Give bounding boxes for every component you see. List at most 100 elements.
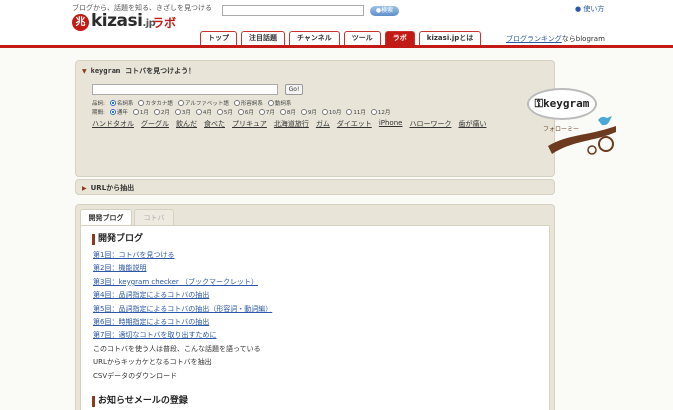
radio-period-all[interactable] bbox=[109, 109, 116, 115]
radio-period-1[interactable] bbox=[132, 109, 139, 115]
blog-list-item[interactable]: 第4回：品詞指定によるコトバの抽出 bbox=[93, 290, 393, 303]
tab-hot-topics[interactable]: 注目話題 bbox=[241, 31, 285, 45]
logo-icon[interactable]: 兆 bbox=[72, 14, 89, 31]
ranking-link[interactable]: ブログランキング bbox=[506, 35, 562, 43]
search-button[interactable]: ●検索 bbox=[370, 6, 399, 16]
keyword-link[interactable]: ハローワーク bbox=[409, 119, 451, 129]
blog-text: CSVデータのダウンロード bbox=[93, 371, 178, 380]
blog-list-item: URLからキッカケとなるコトバを抽出 bbox=[93, 357, 393, 370]
pos-option-label: 動詞系 bbox=[274, 101, 292, 107]
keyword-link[interactable]: ダイエット bbox=[337, 119, 372, 129]
period-option-label: 11月 bbox=[353, 110, 366, 116]
period-option-label: 1月 bbox=[139, 110, 149, 116]
period-option-label: 7月 bbox=[265, 110, 275, 116]
period-option-label: 12月 bbox=[377, 110, 391, 116]
radio-period-2[interactable] bbox=[153, 109, 160, 115]
blog-link[interactable]: 第4回：品詞指定によるコトバの抽出 bbox=[93, 291, 209, 299]
logo-labo[interactable]: ラボ bbox=[152, 14, 176, 31]
blog-tab-panel: 開発ブログ コトバ 開発ブログ 第1回：コトバを見つける 第2回：機能説明 第3回：… bbox=[75, 204, 555, 410]
radio-pos-verb[interactable] bbox=[267, 100, 274, 106]
url-panel-title: URLから抽出 bbox=[90, 184, 135, 192]
keyword-link[interactable]: 食べた bbox=[204, 119, 225, 129]
keyword-link[interactable]: プリキュア bbox=[232, 119, 267, 129]
collapse-arrow-icon: ▼ bbox=[82, 68, 87, 75]
kotoba-panel-header[interactable]: ▼ keygram コトバを見つけよう！ bbox=[82, 66, 195, 76]
blog-link[interactable]: 第5回：品詞指定によるコトバの抽出（形容詞・動詞編） bbox=[93, 305, 272, 313]
kotoba-search-input[interactable] bbox=[92, 84, 278, 95]
period-option-label: 10月 bbox=[328, 110, 342, 116]
period-option-label: 3月 bbox=[181, 110, 191, 116]
period-option-label: 通年 bbox=[116, 110, 128, 116]
site-logo[interactable]: kizasi.jp bbox=[91, 11, 156, 31]
keygram-badge-label: keygram bbox=[543, 97, 590, 110]
period-filter: 期間: 通年 1月 2月 3月 4月 5月 6月 7月 8月 9月 10月 11… bbox=[92, 108, 393, 116]
blog-list-item[interactable]: 第3回：keygram checker （ブックマークレット） bbox=[93, 277, 393, 290]
radio-period-8[interactable] bbox=[279, 109, 286, 115]
period-option-label: 4月 bbox=[202, 110, 212, 116]
tab-dev-blog[interactable]: 開発ブログ bbox=[80, 209, 132, 225]
blog-link[interactable]: 第2回：機能説明 bbox=[93, 264, 146, 272]
keyword-link[interactable]: ガム bbox=[316, 119, 330, 129]
tab-kotoba[interactable]: コトバ bbox=[134, 209, 174, 225]
tab-top[interactable]: トップ bbox=[200, 31, 237, 45]
blog-list-item[interactable]: 第2回：機能説明 bbox=[93, 263, 393, 276]
tab-tools[interactable]: ツール bbox=[343, 31, 381, 45]
radio-period-4[interactable] bbox=[195, 109, 202, 115]
period-option-label: 2月 bbox=[160, 110, 170, 116]
period-option-label: 9月 bbox=[307, 110, 317, 116]
help-link[interactable]: ● 使い方 bbox=[575, 4, 604, 14]
ranking-promo: ブログランキングならblogram bbox=[506, 34, 605, 44]
blog-list-item: CSVデータのダウンロード bbox=[93, 371, 393, 384]
radio-pos-noun[interactable] bbox=[109, 100, 116, 106]
keyword-link[interactable]: iPhone bbox=[379, 119, 403, 129]
help-link-label: 使い方 bbox=[583, 5, 605, 13]
tab-about[interactable]: kizasi.jpとは bbox=[418, 31, 482, 45]
url-extract-panel[interactable]: ▶ URLから抽出 bbox=[75, 179, 555, 195]
ranking-suffix: ならblogram bbox=[561, 35, 605, 43]
radio-period-9[interactable] bbox=[300, 109, 307, 115]
pos-option-label: カタカナ語 bbox=[145, 101, 173, 107]
tree-branch-icon bbox=[548, 116, 616, 155]
url-panel-header[interactable]: ▶ URLから抽出 bbox=[82, 183, 134, 193]
radio-pos-alphabet[interactable] bbox=[177, 100, 184, 106]
blog-list-item[interactable]: 第1回：コトバを見つける bbox=[93, 250, 393, 263]
go-button[interactable]: Go! bbox=[285, 84, 303, 95]
blog-link[interactable]: 第7回：適切なコトバを取り出すために bbox=[93, 331, 216, 339]
keyword-link[interactable]: ハンドタオル bbox=[92, 119, 134, 129]
bird-icon bbox=[598, 116, 612, 126]
search-button-label: 検索 bbox=[381, 7, 394, 14]
blog-list-item[interactable]: 第7回：適切なコトバを取り出すために bbox=[93, 330, 393, 343]
blog-list: 第1回：コトバを見つける 第2回：機能説明第3回：keygram checker … bbox=[93, 250, 393, 384]
radio-period-7[interactable] bbox=[258, 109, 265, 115]
pos-option-label: 形容詞系 bbox=[240, 101, 263, 107]
radio-period-10[interactable] bbox=[321, 109, 328, 115]
radio-period-3[interactable] bbox=[174, 109, 181, 115]
blog-link[interactable]: 第3回：keygram checker （ブックマークレット） bbox=[93, 278, 258, 286]
radio-pos-katakana[interactable] bbox=[138, 100, 145, 106]
period-option-label: 8月 bbox=[286, 110, 296, 116]
keyword-link[interactable]: 歯が痛い bbox=[458, 119, 486, 129]
period-option-label: 6月 bbox=[244, 110, 254, 116]
keyword-link[interactable]: グーグル bbox=[141, 119, 169, 129]
key-icon: ⚿ bbox=[534, 97, 543, 110]
keyword-link[interactable]: 飲んだ bbox=[176, 119, 197, 129]
kotoba-finder-panel: ▼ keygram コトバを見つけよう！ Go! 品詞: 名詞系 カタカナ語 アルフ… bbox=[75, 60, 555, 177]
pos-filter: 品詞: 名詞系 カタカナ語 アルファベット語 形容詞系 動詞系 bbox=[92, 99, 294, 107]
blog-list-item[interactable]: 第5回：品詞指定によるコトバの抽出（形容詞・動詞編） bbox=[93, 304, 393, 317]
site-header: ブログから、話題を知る、きざしを見つける 兆 kizasi.jp ラボ ●検索 … bbox=[0, 0, 673, 48]
tab-labo[interactable]: ラボ bbox=[384, 31, 415, 45]
radio-period-11[interactable] bbox=[346, 109, 353, 115]
radio-period-12[interactable] bbox=[370, 109, 377, 115]
radio-period-6[interactable] bbox=[237, 109, 244, 115]
radio-period-5[interactable] bbox=[216, 109, 223, 115]
radio-pos-adjective[interactable] bbox=[233, 100, 240, 106]
main-content: ▼ keygram コトバを見つけよう！ Go! 品詞: 名詞系 カタカナ語 アルフ… bbox=[0, 48, 673, 410]
main-nav: トップ 注目話題 チャンネル ツール ラボ kizasi.jpとは bbox=[200, 31, 485, 45]
keyword-link[interactable]: 北海道旅行 bbox=[274, 119, 309, 129]
blog-link[interactable]: 第1回：コトバを見つける bbox=[93, 251, 174, 259]
tab-channel[interactable]: チャンネル bbox=[289, 31, 340, 45]
blog-link[interactable]: 第6回：時期指定によるコトバの抽出 bbox=[93, 318, 209, 326]
search-input[interactable] bbox=[222, 5, 364, 16]
blog-list-item[interactable]: 第6回：時期指定によるコトバの抽出 bbox=[93, 317, 393, 330]
expand-arrow-icon: ▶ bbox=[82, 185, 87, 192]
